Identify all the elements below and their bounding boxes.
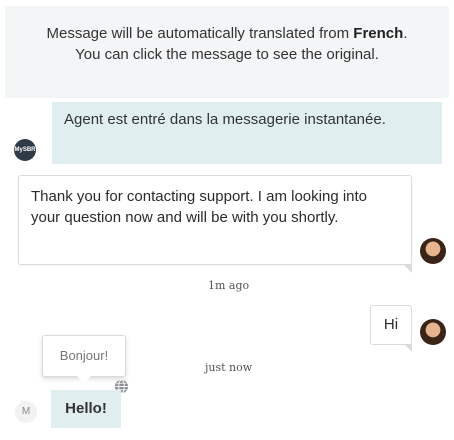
agent-system-message: MySBR Agent est entré dans la messagerie… [0,102,454,164]
original-text-tooltip: Bonjour! [42,335,126,384]
timestamp: 1m ago [208,279,250,292]
translation-notice: Message will be automatically translated… [5,6,449,98]
translated-message-bubble[interactable]: Hello! [51,390,121,428]
support-message-bubble[interactable]: Thank you for contacting support. I am l… [18,175,412,273]
agent-avatar: MySBR [14,139,36,161]
notice-text: Message will be automatically translated… [46,25,354,42]
customer-message-bubble[interactable]: Hi [370,305,412,352]
agent-joined-bubble[interactable]: Agent est entré dans la messagerie insta… [52,102,442,164]
timestamp: just now [205,361,253,374]
notice-language: French [353,25,404,42]
agent-photo-avatar [420,238,446,264]
user-avatar: M [15,401,37,423]
agent-photo-avatar [420,319,446,345]
